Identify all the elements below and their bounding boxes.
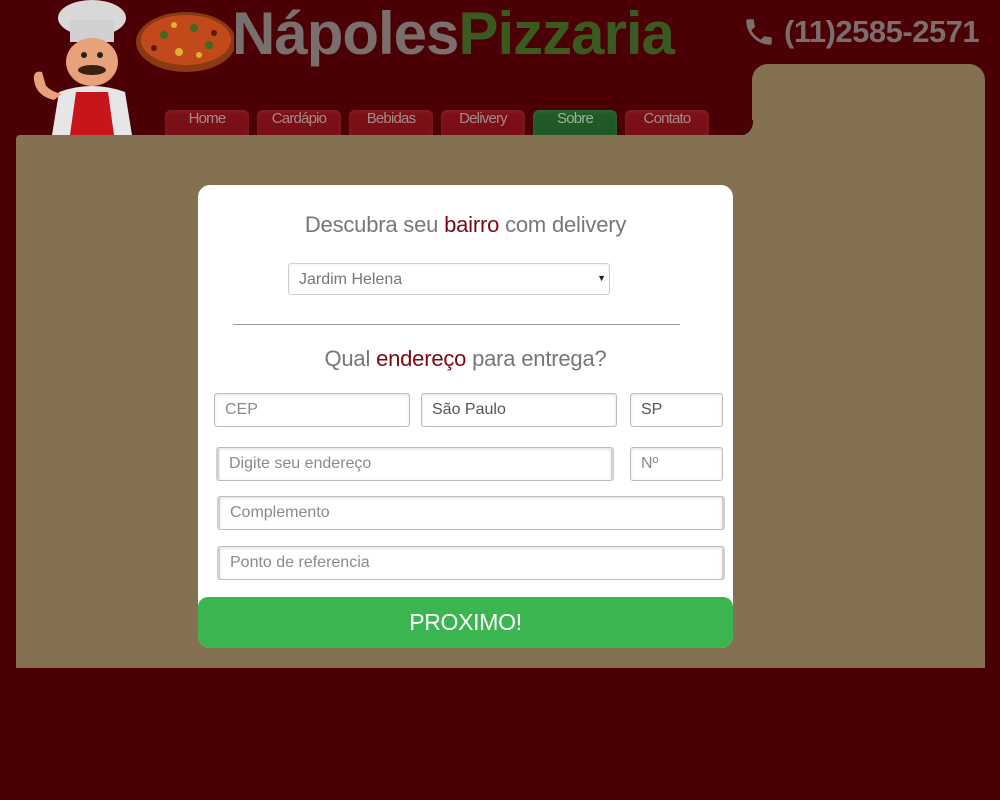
brand-word-napoles: Nápoles [232,0,459,67]
complement-input[interactable] [217,496,725,530]
city-input[interactable] [421,393,617,427]
nav-tab-sobre[interactable]: Sobre [533,110,617,135]
address-input[interactable] [216,447,614,481]
next-button[interactable]: PROXIMO! [198,597,733,648]
nav-tab-bebidas[interactable]: Bebidas [349,110,433,135]
neighborhood-select[interactable]: Jardim Helena ▼ [288,263,610,295]
neighborhood-heading-after: com delivery [499,212,627,237]
brand-title: NápolesPizzaria [232,0,675,74]
nav-tab-delivery[interactable]: Delivery [441,110,525,135]
brand-word-pizzaria: Pizzaria [458,0,674,67]
nav-tab-contato[interactable]: Contato [625,110,709,135]
address-heading-before: Qual [324,346,377,371]
neighborhood-heading-before: Descubra seu [304,212,445,237]
panel-corner [735,120,753,136]
section-divider [233,324,680,325]
dropdown-arrow-icon: ▼ [597,273,606,283]
delivery-modal: Descubra seu bairro com delivery Jardim … [198,185,733,648]
phone-number: (11)2585-2571 [784,14,980,49]
main-nav: Home Cardápio Bebidas Delivery Sobre Con… [165,110,709,135]
number-input[interactable] [630,447,723,481]
neighborhood-heading-highlight: bairro [444,212,500,237]
neighborhood-heading: Descubra seu bairro com delivery [198,212,733,238]
phone-contact: (11)2585-2571 [742,12,980,52]
address-heading-highlight: endereço [376,346,467,371]
reference-input[interactable] [217,546,725,580]
neighborhood-select-value: Jardim Helena [299,271,403,288]
nav-tab-home[interactable]: Home [165,110,249,135]
nav-tab-cardapio[interactable]: Cardápio [257,110,341,135]
cep-input[interactable] [214,393,410,427]
phone-icon [746,19,772,45]
address-heading-after: para entrega? [466,346,607,371]
address-heading: Qual endereço para entrega? [198,346,733,372]
state-input[interactable] [630,393,723,427]
